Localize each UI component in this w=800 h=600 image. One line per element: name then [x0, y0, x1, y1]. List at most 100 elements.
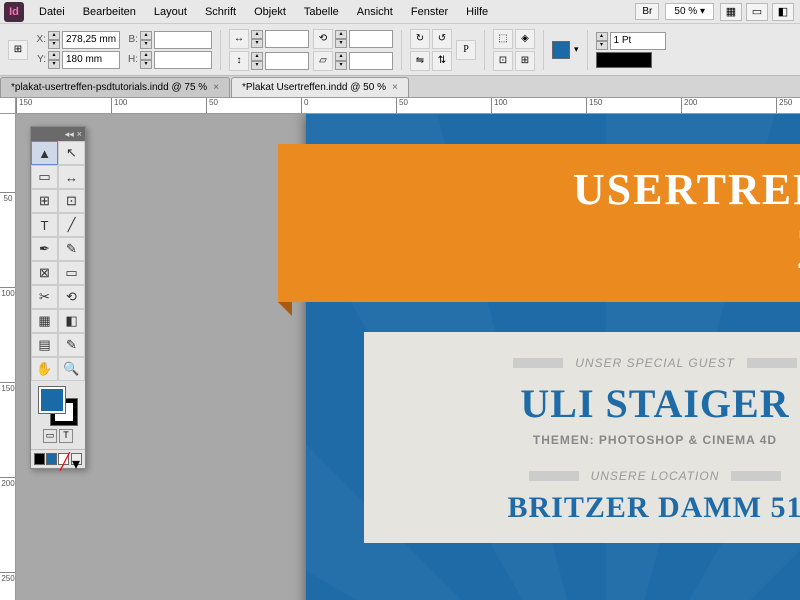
free-transform-tool[interactable]: ⟲ — [58, 285, 85, 309]
view-options-icon[interactable]: ▦ — [720, 3, 742, 21]
document-page[interactable]: USERTREFFEN 2013 UNSER SPECIAL GUEST ULI… — [306, 114, 800, 600]
reference-point-icon[interactable]: ⊞ — [8, 40, 28, 60]
pencil-tool[interactable]: ✎ — [58, 237, 85, 261]
apply-none-icon[interactable]: ╱ — [58, 453, 69, 465]
type-tool[interactable]: T — [31, 213, 58, 237]
format-text-icon[interactable]: T — [59, 429, 73, 443]
y-stepper[interactable]: ▴▾ — [48, 51, 60, 69]
rotate-input[interactable] — [349, 30, 393, 48]
selection-tool[interactable]: ▲ — [31, 141, 58, 165]
close-icon[interactable]: × — [392, 82, 398, 93]
tab-doc1[interactable]: *plakat-usertreffen-psdtutorials.indd @ … — [0, 77, 230, 97]
pen-tool[interactable]: ✒ — [31, 237, 58, 261]
menu-bearbeiten[interactable]: Bearbeiten — [74, 3, 145, 21]
menu-layout[interactable]: Layout — [145, 3, 196, 21]
page-tool[interactable]: ▭ — [31, 165, 58, 189]
collapse-icon[interactable]: ◂◂ — [65, 129, 74, 140]
guest-name: ULI STAIGER — [388, 380, 800, 427]
fill-swatch[interactable] — [552, 41, 570, 59]
w-input[interactable] — [154, 31, 212, 49]
content-card[interactable]: UNSER SPECIAL GUEST ULI STAIGER THEMEN: … — [364, 332, 800, 543]
title-banner[interactable]: USERTREFFEN 2013 — [278, 144, 800, 302]
content-collector-tool[interactable]: ⊞ — [31, 189, 58, 213]
tools-panel: ◂◂× ▲↖▭↔⊞⊡T╱✒✎⊠▭✂⟲▦◧▤✎✋🔍 ▭ T ╱ ▾ — [30, 126, 86, 469]
scale-x-input[interactable] — [265, 30, 309, 48]
select-content-icon[interactable]: ◈ — [515, 29, 535, 49]
fit-content-icon[interactable]: ⊡ — [493, 51, 513, 71]
note-tool[interactable]: ▤ — [31, 333, 58, 357]
horizontal-ruler[interactable]: 150 100 50 0 50 100 150 200 250 — [16, 98, 800, 114]
h-label: H: — [124, 54, 138, 65]
direct-selection-tool[interactable]: ↖ — [58, 141, 85, 165]
menu-datei[interactable]: Datei — [30, 3, 74, 21]
h-input[interactable] — [154, 51, 212, 69]
menu-bar: Id Datei Bearbeiten Layout Schrift Objek… — [0, 0, 800, 24]
stroke-weight-input[interactable] — [610, 32, 666, 50]
app-icon-indesign: Id — [4, 2, 24, 22]
stroke-style[interactable] — [596, 52, 652, 68]
rotate-icon[interactable]: ⟲ — [313, 29, 333, 49]
gradient-swatch-tool[interactable]: ▦ — [31, 309, 58, 333]
tab-doc2[interactable]: *Plakat Usertreffen.indd @ 50 %× — [231, 77, 409, 97]
close-panel-icon[interactable]: × — [77, 129, 82, 139]
shear-icon[interactable]: ▱ — [313, 51, 333, 71]
bridge-button[interactable]: Br — [635, 3, 659, 20]
document-tabs: *plakat-usertreffen-psdtutorials.indd @ … — [0, 76, 800, 98]
flip-v-icon[interactable]: ⇅ — [432, 51, 452, 71]
rotate-cw-icon[interactable]: ↻ — [410, 29, 430, 49]
apply-color-icon[interactable] — [34, 453, 45, 465]
fit-frame-icon[interactable]: ⊞ — [515, 51, 535, 71]
eyedropper-tool[interactable]: ✎ — [58, 333, 85, 357]
apply-gradient-icon[interactable] — [46, 453, 57, 465]
scale-x-icon[interactable]: ↔ — [229, 29, 249, 49]
guest-label: UNSER SPECIAL GUEST — [575, 356, 734, 370]
w-stepper[interactable]: ▴▾ — [140, 31, 152, 49]
arrange-icon[interactable]: ◧ — [772, 3, 794, 21]
h-stepper[interactable]: ▴▾ — [140, 51, 152, 69]
content-placer-tool[interactable]: ⊡ — [58, 189, 85, 213]
fill-stroke-proxy[interactable] — [39, 387, 77, 425]
y-label: Y: — [32, 54, 46, 65]
x-stepper[interactable]: ▴▾ — [48, 31, 60, 49]
menu-hilfe[interactable]: Hilfe — [457, 3, 497, 21]
panel-header[interactable]: ◂◂× — [31, 127, 85, 141]
fill-color[interactable] — [39, 387, 65, 413]
title-line1: USERTREFFEN — [308, 164, 800, 215]
rotate-ccw-icon[interactable]: ↺ — [432, 29, 452, 49]
close-icon[interactable]: × — [213, 82, 219, 93]
dropdown-icon[interactable]: ▾ — [574, 44, 579, 55]
format-container-icon[interactable]: ▭ — [43, 429, 57, 443]
canvas[interactable]: USERTREFFEN 2013 UNSER SPECIAL GUEST ULI… — [16, 114, 800, 600]
y-input[interactable] — [62, 51, 120, 69]
rectangle-tool[interactable]: ▭ — [58, 261, 85, 285]
flip-h-icon[interactable]: ⇋ — [410, 51, 430, 71]
themen-text: THEMEN: PHOTOSHOP & CINEMA 4D — [388, 433, 800, 447]
view-mode-icon[interactable]: ▾ — [71, 453, 82, 465]
location-name: BRITZER DAMM 51 — [388, 491, 800, 525]
menu-fenster[interactable]: Fenster — [402, 3, 457, 21]
rectangle-frame-tool[interactable]: ⊠ — [31, 261, 58, 285]
line-tool[interactable]: ╱ — [58, 213, 85, 237]
workspace: 150 100 50 0 50 100 150 200 250 50 100 1… — [0, 98, 800, 600]
x-label: X: — [32, 34, 46, 45]
scale-y-input[interactable] — [265, 52, 309, 70]
vertical-ruler[interactable]: 50 100 150 200 250 — [0, 114, 16, 600]
menu-objekt[interactable]: Objekt — [245, 3, 295, 21]
scale-y-icon[interactable]: ↕ — [229, 51, 249, 71]
hand-tool[interactable]: ✋ — [31, 357, 58, 381]
zoom-tool[interactable]: 🔍 — [58, 357, 85, 381]
shear-input[interactable] — [349, 52, 393, 70]
gap-tool[interactable]: ↔ — [58, 165, 85, 189]
gradient-feather-tool[interactable]: ◧ — [58, 309, 85, 333]
p-icon[interactable]: P — [456, 40, 476, 60]
ruler-origin[interactable] — [0, 98, 16, 114]
screen-mode-icon[interactable]: ▭ — [746, 3, 768, 21]
control-bar: ⊞ X:▴▾ Y:▴▾ B:▴▾ H:▴▾ ↔▴▾ ↕▴▾ ⟲▴▾ ▱▴▾ ↻↺… — [0, 24, 800, 76]
zoom-level[interactable]: 50 % ▾ — [665, 3, 714, 20]
menu-tabelle[interactable]: Tabelle — [295, 3, 348, 21]
menu-ansicht[interactable]: Ansicht — [348, 3, 402, 21]
select-container-icon[interactable]: ⬚ — [493, 29, 513, 49]
menu-schrift[interactable]: Schrift — [196, 3, 245, 21]
x-input[interactable] — [62, 31, 120, 49]
scissors-tool[interactable]: ✂ — [31, 285, 58, 309]
